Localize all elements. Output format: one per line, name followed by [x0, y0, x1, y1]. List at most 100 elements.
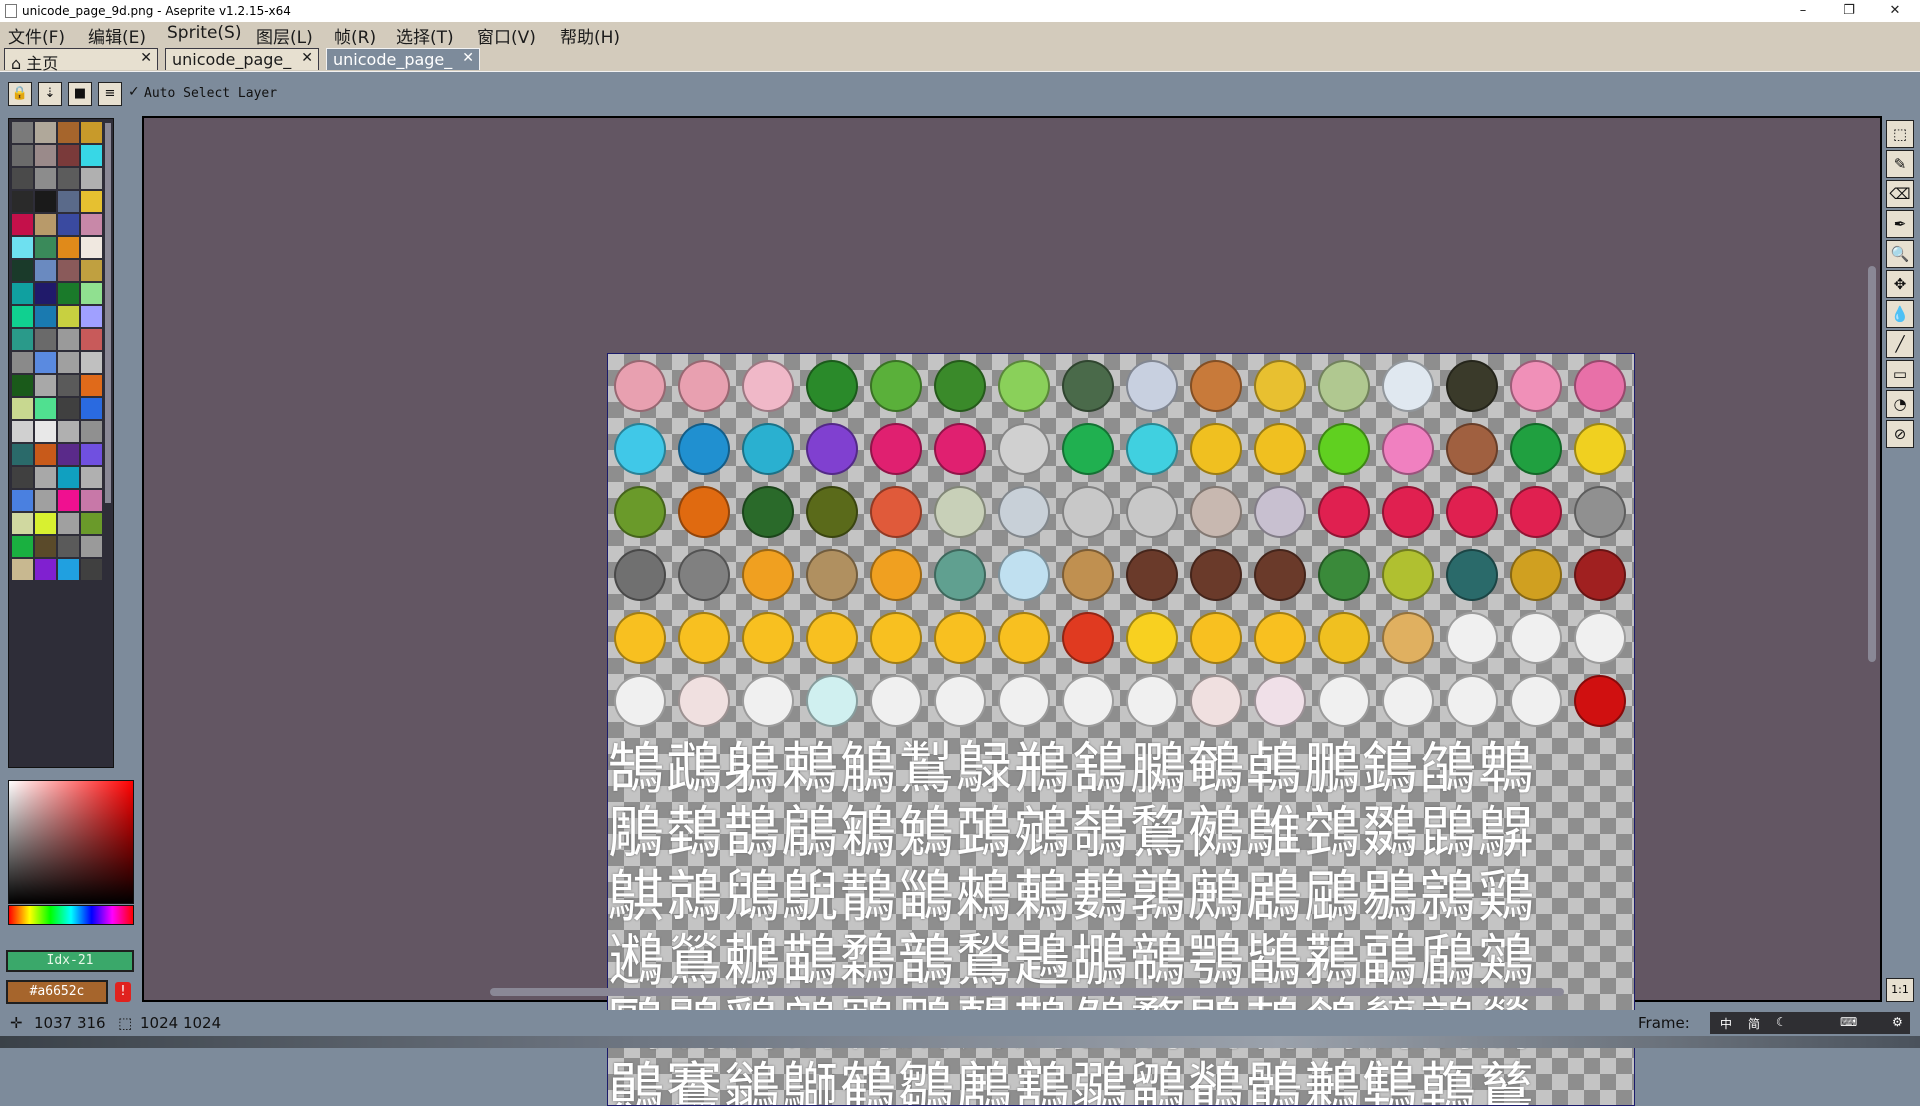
ime-simplified[interactable]: 简 — [1748, 1015, 1760, 1032]
palette-swatch[interactable] — [12, 283, 33, 304]
palette-swatch[interactable] — [81, 467, 102, 488]
palette-swatch[interactable] — [12, 191, 33, 212]
palette-swatch[interactable] — [12, 260, 33, 281]
vertical-scrollbar[interactable] — [1868, 266, 1876, 662]
palette-swatch[interactable] — [81, 444, 102, 465]
palette-swatch[interactable] — [12, 444, 33, 465]
menu-sprite[interactable]: Sprite(S) — [167, 23, 241, 43]
warning-icon[interactable]: ! — [115, 982, 131, 1002]
minimize-button[interactable]: – — [1780, 0, 1826, 22]
stop-icon[interactable]: ■ — [68, 82, 92, 106]
palette-swatch[interactable] — [58, 306, 79, 327]
palette-swatch[interactable] — [12, 513, 33, 534]
move-icon[interactable]: ✥ — [1886, 270, 1914, 298]
palette-swatch[interactable] — [58, 260, 79, 281]
palette-swatch[interactable] — [35, 398, 56, 419]
menu-file[interactable]: 文件(F) — [8, 23, 65, 48]
palette-swatch[interactable] — [35, 306, 56, 327]
close-button[interactable]: ✕ — [1872, 0, 1918, 22]
keyboard-icon[interactable]: ⌨ — [1840, 1015, 1857, 1029]
palette-swatch[interactable] — [12, 145, 33, 166]
palette-scrollbar[interactable] — [105, 123, 111, 503]
palette-index-button[interactable]: Idx-21 — [6, 950, 134, 972]
palette-swatch[interactable] — [58, 214, 79, 235]
line-icon[interactable]: ╱ — [1886, 330, 1914, 358]
palette-swatch[interactable] — [35, 191, 56, 212]
palette-swatch[interactable] — [12, 168, 33, 189]
tab-unicode-page-2[interactable]: unicode_page_ ✕ — [326, 48, 480, 70]
palette-swatch[interactable] — [35, 168, 56, 189]
palette-swatch[interactable] — [12, 375, 33, 396]
palette-swatch[interactable] — [35, 329, 56, 350]
lock-icon[interactable]: 🔒 — [8, 82, 32, 106]
palette-swatch[interactable] — [58, 122, 79, 143]
moon-icon[interactable]: ☾ — [1776, 1015, 1787, 1029]
blur-icon[interactable]: ⊘ — [1886, 420, 1914, 448]
palette-swatch[interactable] — [12, 536, 33, 557]
palette-swatch[interactable] — [81, 168, 102, 189]
palette-swatch[interactable] — [58, 168, 79, 189]
palette-swatch[interactable] — [35, 421, 56, 442]
palette-swatch[interactable] — [35, 214, 56, 235]
palette-swatch[interactable] — [81, 237, 102, 258]
palette-swatch[interactable] — [35, 283, 56, 304]
close-icon[interactable]: ✕ — [301, 50, 313, 66]
palette-swatch[interactable] — [58, 467, 79, 488]
menu-help[interactable]: 帮助(H) — [560, 23, 620, 48]
palette-swatch[interactable] — [35, 444, 56, 465]
palette-swatch[interactable] — [58, 191, 79, 212]
palette-swatch[interactable] — [81, 214, 102, 235]
palette-swatch[interactable] — [35, 352, 56, 373]
palette-swatch[interactable] — [81, 536, 102, 557]
palette-swatch[interactable] — [12, 214, 33, 235]
palette-swatch[interactable] — [12, 237, 33, 258]
palette-swatch[interactable] — [81, 352, 102, 373]
palette-swatch[interactable] — [81, 306, 102, 327]
tab-home[interactable]: ⌂ 主页 ✕ — [4, 48, 158, 73]
palette-swatch[interactable] — [12, 467, 33, 488]
palette-swatch[interactable] — [81, 260, 102, 281]
palette-swatch[interactable] — [81, 191, 102, 212]
palette-swatch[interactable] — [58, 398, 79, 419]
palette-swatch[interactable] — [35, 237, 56, 258]
palette-swatch[interactable] — [81, 375, 102, 396]
palette-swatch[interactable] — [81, 559, 102, 580]
palette-swatch[interactable] — [58, 513, 79, 534]
palette-swatch[interactable] — [35, 490, 56, 511]
restore-button[interactable]: ❐ — [1826, 0, 1872, 22]
menu-window[interactable]: 窗口(V) — [477, 23, 536, 48]
palette-swatch[interactable] — [81, 421, 102, 442]
auto-select-checkbox[interactable]: ✓ — [128, 84, 140, 100]
horizontal-scrollbar[interactable] — [490, 988, 1564, 996]
gear-icon[interactable]: ⚙ — [1892, 1015, 1903, 1029]
palette-swatch[interactable] — [58, 559, 79, 580]
move-down-icon[interactable]: ⇣ — [38, 82, 62, 106]
zoom-reset-button[interactable]: 1:1 — [1886, 978, 1914, 1002]
palette-swatch[interactable] — [58, 352, 79, 373]
palette-swatch[interactable] — [35, 375, 56, 396]
palette-swatch[interactable] — [58, 329, 79, 350]
ime-chinese[interactable]: 中 — [1720, 1015, 1732, 1032]
palette-swatch[interactable] — [35, 536, 56, 557]
menu-edit[interactable]: 编辑(E) — [88, 23, 146, 48]
menu-select[interactable]: 选择(T) — [396, 23, 454, 48]
palette-swatch[interactable] — [58, 237, 79, 258]
palette-swatch[interactable] — [35, 467, 56, 488]
close-icon[interactable]: ✕ — [462, 50, 474, 66]
palette-swatch[interactable] — [12, 490, 33, 511]
contour-icon[interactable]: ◔ — [1886, 390, 1914, 418]
zoom-icon[interactable]: 🔍 — [1886, 240, 1914, 268]
editor-area[interactable]: 鵠鵡鵢鵣鵤鵥鵦鵧鵨鵩鵪鵫鵬鵭鵮鵯 鵰鵱鵲鵳鵴鵵鵶鵷鵸鵹鵺鵻鵼鵽鵾鵿 鶀鶁鶂鶃鶄鶅… — [142, 116, 1882, 1106]
marquee-icon[interactable]: ⬚ — [1886, 120, 1914, 148]
palette-swatch[interactable] — [81, 490, 102, 511]
menu-icon[interactable]: ≡ — [98, 82, 122, 106]
palette-swatch[interactable] — [58, 444, 79, 465]
palette-swatch[interactable] — [35, 260, 56, 281]
eraser-icon[interactable]: ⌫ — [1886, 180, 1914, 208]
palette-swatch[interactable] — [12, 329, 33, 350]
palette-swatch[interactable] — [12, 398, 33, 419]
palette-swatch[interactable] — [81, 513, 102, 534]
foreground-color-button[interactable]: #a6652c — [6, 980, 108, 1004]
palette-swatch[interactable] — [58, 490, 79, 511]
fill-icon[interactable]: 💧 — [1886, 300, 1914, 328]
